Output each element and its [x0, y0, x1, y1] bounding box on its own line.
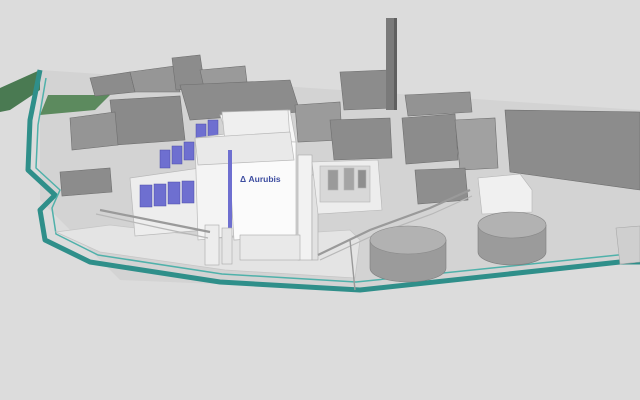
company-logo-sign: Δ Aurubis [240, 174, 281, 184]
process-hall [311, 159, 383, 215]
service-building [477, 173, 533, 215]
storage-tank-right [477, 211, 547, 266]
logo-text: Aurubis [248, 174, 280, 184]
edge-structure [615, 225, 640, 265]
logo-symbol: Δ [240, 174, 246, 184]
industrial-site-3d-model: Δ Aurubis [0, 0, 640, 400]
storage-tank-left [369, 225, 447, 283]
chimney [386, 18, 397, 110]
